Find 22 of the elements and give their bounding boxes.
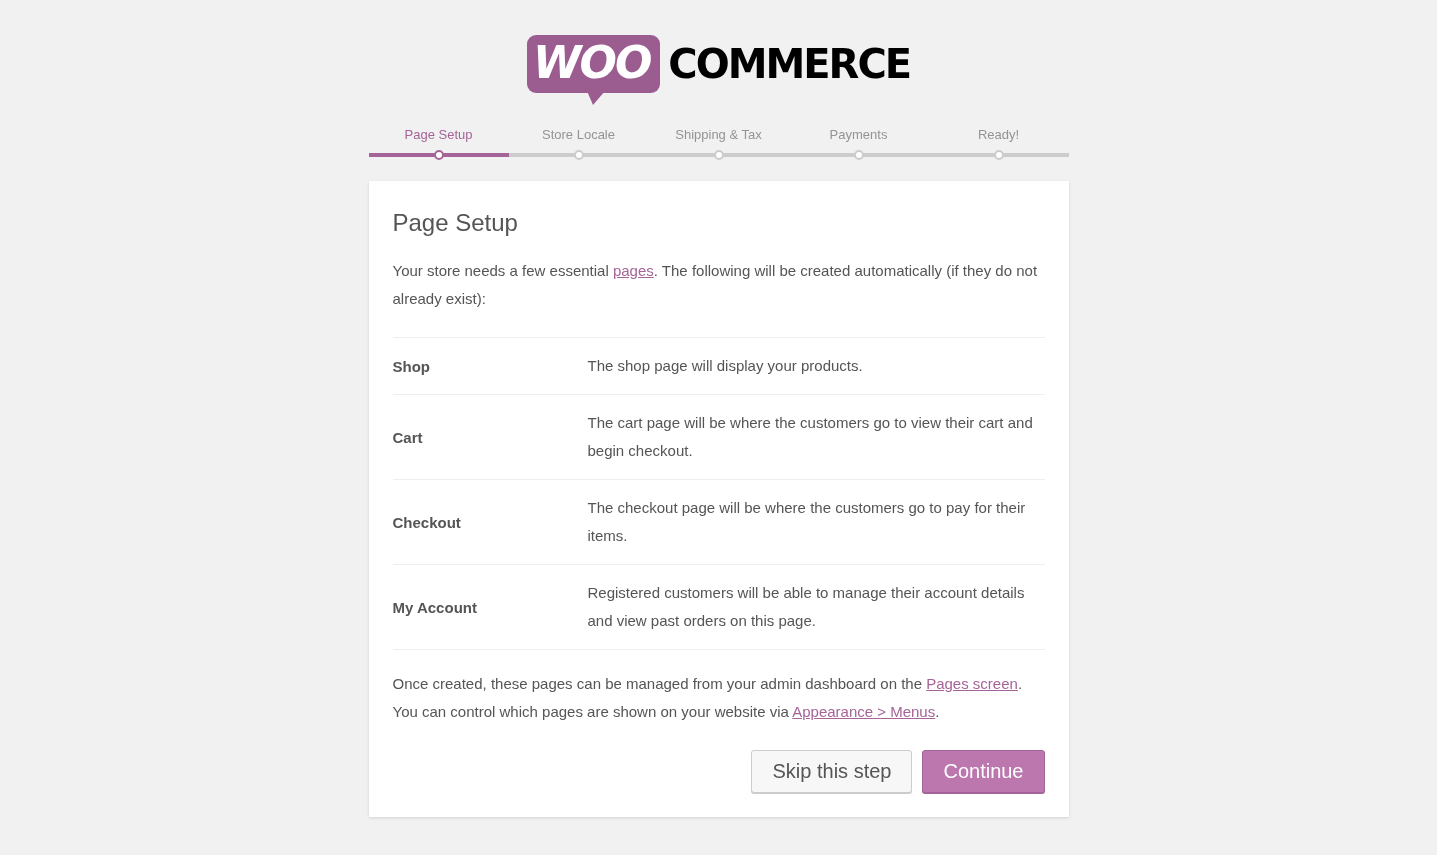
text-link[interactable]: Pages screen [926, 675, 1018, 692]
skip-button[interactable]: Skip this step [751, 750, 913, 793]
page-name: Shop [392, 357, 431, 375]
text-link[interactable]: pages [612, 262, 654, 279]
page-name: Cart [392, 428, 424, 446]
step-tab[interactable]: Shipping & Tax [675, 124, 762, 146]
outro-paragraph: Once created, these pages can be managed from your admin dashboard on the Pages screen. You can control which pages are shown on your website via Appearance > Menus. [392, 674, 1024, 722]
step-tab[interactable]: Page Setup [404, 124, 473, 146]
page-name: My Account [392, 598, 478, 616]
page-description: Registered customers will be able to manage their account details and view past orders on this page. [587, 583, 1026, 631]
page-name: Checkout [392, 513, 462, 531]
speech-tail-icon [586, 91, 605, 105]
card-title: Page Setup [392, 209, 519, 237]
page-description: The cart page will be where the customers go to view their cart and begin checkout. [587, 413, 1034, 461]
step-tab[interactable]: Payments [829, 124, 888, 146]
step-tab[interactable]: Store Locale [542, 124, 615, 146]
page-description: The shop page will display your products. [587, 356, 864, 376]
continue-button[interactable]: Continue [922, 750, 1045, 793]
step-tab[interactable]: Ready! [977, 124, 1020, 146]
intro-paragraph: Your store needs a few essential pages. The following will be created automatically (if they do not already exist): [392, 261, 1039, 309]
page-description: The checkout page will be where the customers go to pay for their items. [587, 498, 1027, 546]
logo-wordmark: COMMERCE [668, 41, 911, 87]
